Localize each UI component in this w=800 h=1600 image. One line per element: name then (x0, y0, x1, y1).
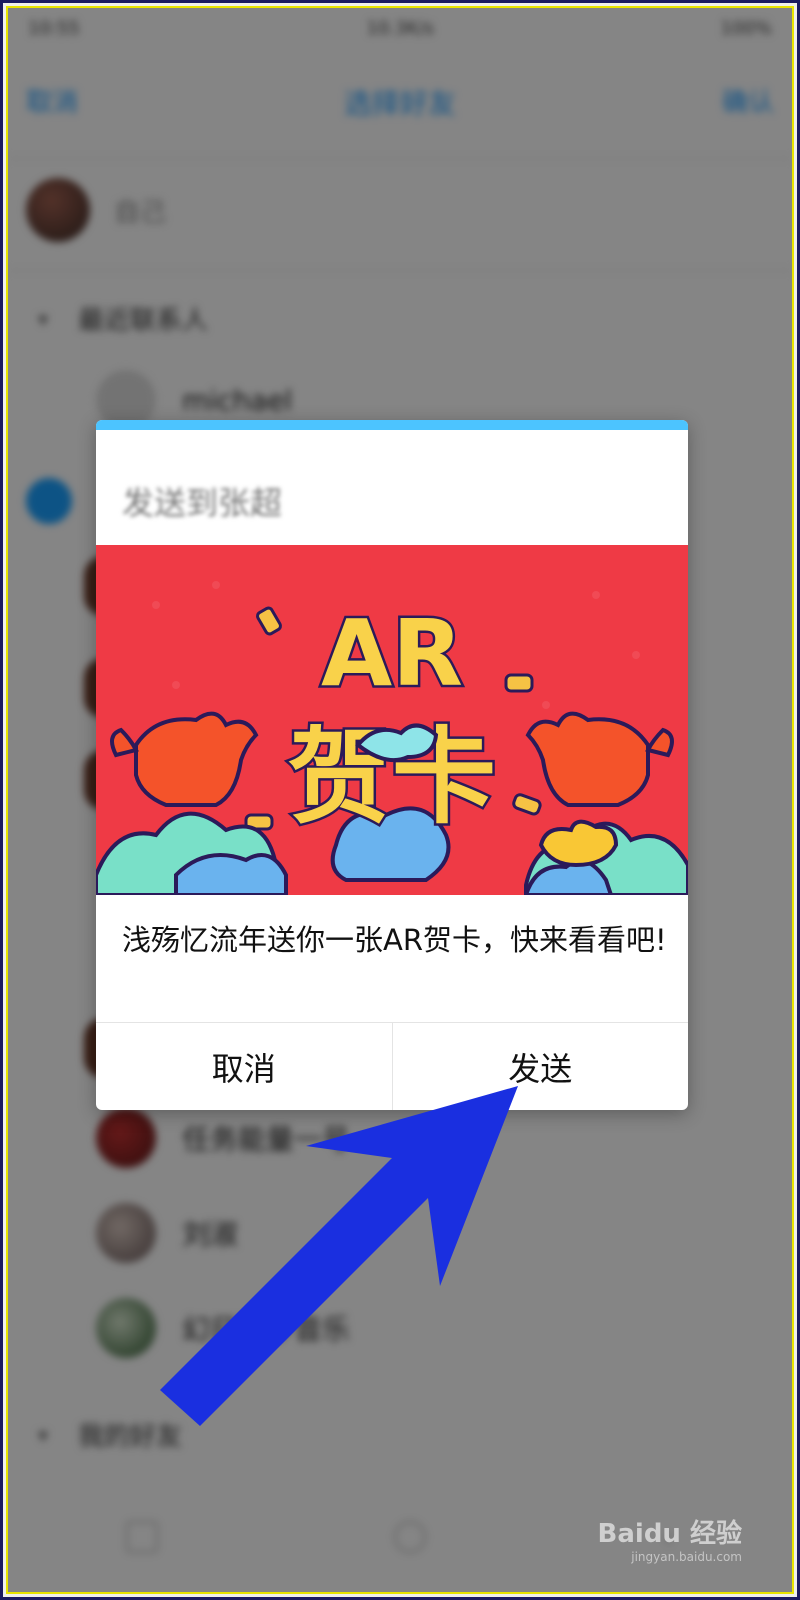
watermark-brand: Baidu 经验 (597, 1519, 742, 1549)
dialog-button-row: 取消 发送 (96, 1022, 688, 1110)
ar-card-image: AR 贺卡 (96, 545, 688, 895)
dialog-accent-bar (96, 420, 688, 430)
ar-text: AR (321, 600, 463, 707)
dialog-message: 浅殇忆流年送你一张AR贺卡，快来看看吧! (122, 923, 667, 957)
send-button[interactable]: 发送 (391, 1023, 689, 1110)
phone-screen: 10:55 10.3K/s 100% 取消 选择好友 确认 自己 ▾ 最近联系人… (8, 8, 792, 1592)
send-dialog: 发送到张超 AR 贺卡 浅殇忆流年送你一张AR贺卡，快来看看吧! 取消 发送 (96, 420, 688, 1110)
dialog-title: 发送到张超 (122, 484, 283, 522)
watermark-url: jingyan.baidu.com (631, 1550, 742, 1564)
cancel-button[interactable]: 取消 (96, 1023, 392, 1110)
ar-card-illustration: AR 贺卡 (96, 545, 688, 895)
baidu-watermark: Baidu 经验 jingyan.baidu.com (598, 1513, 742, 1564)
